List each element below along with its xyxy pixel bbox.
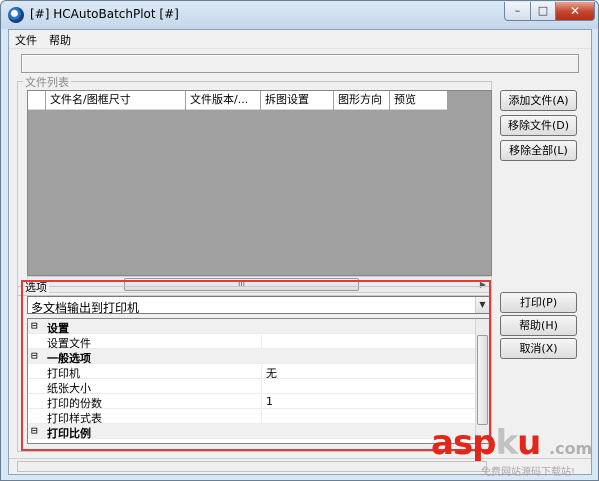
column-header-version[interactable]: 文件版本/...: [186, 91, 261, 110]
print-button[interactable]: 打印(P): [500, 292, 577, 313]
help-button[interactable]: 帮助(H): [500, 315, 577, 336]
file-list-header: 文件名/图框尺寸 文件版本/... 拆图设置 图形方向 预览: [28, 91, 448, 110]
app-window: [#] HCAutoBatchPlot [#] – □ ✕ 文件 帮助 文件列表…: [0, 0, 599, 481]
column-header-preview[interactable]: 预览: [390, 91, 448, 110]
status-field: [17, 461, 487, 472]
minimize-button[interactable]: –: [504, 2, 531, 21]
app-icon: [8, 7, 24, 23]
menu-file[interactable]: 文件: [15, 32, 37, 48]
remove-file-button[interactable]: 移除文件(D): [500, 115, 577, 136]
maximize-button[interactable]: □: [530, 2, 556, 21]
close-button[interactable]: ✕: [555, 2, 595, 21]
status-bar: [9, 458, 591, 474]
cancel-button[interactable]: 取消(X): [500, 338, 577, 359]
menu-bar: 文件 帮助: [9, 30, 591, 49]
window-title: [#] HCAutoBatchPlot [#]: [30, 7, 179, 21]
highlight-box: [21, 280, 491, 451]
remove-all-button[interactable]: 移除全部(L): [500, 140, 577, 161]
path-field[interactable]: [21, 54, 579, 73]
column-header-orientation[interactable]: 图形方向: [334, 91, 390, 110]
client-area: 文件 帮助 文件列表 文件名/图框尺寸 文件版本/... 拆图设置 图形方向 预…: [8, 29, 592, 475]
file-list-group-label: 文件列表: [23, 74, 71, 90]
add-file-button[interactable]: 添加文件(A): [500, 90, 577, 111]
column-header-blank: [28, 91, 46, 110]
menu-help[interactable]: 帮助: [49, 32, 71, 48]
column-header-split[interactable]: 拆图设置: [261, 91, 334, 110]
column-header-filename[interactable]: 文件名/图框尺寸: [46, 91, 186, 110]
file-list[interactable]: 文件名/图框尺寸 文件版本/... 拆图设置 图形方向 预览: [27, 90, 492, 276]
title-bar[interactable]: [#] HCAutoBatchPlot [#] – □ ✕: [1, 1, 598, 29]
